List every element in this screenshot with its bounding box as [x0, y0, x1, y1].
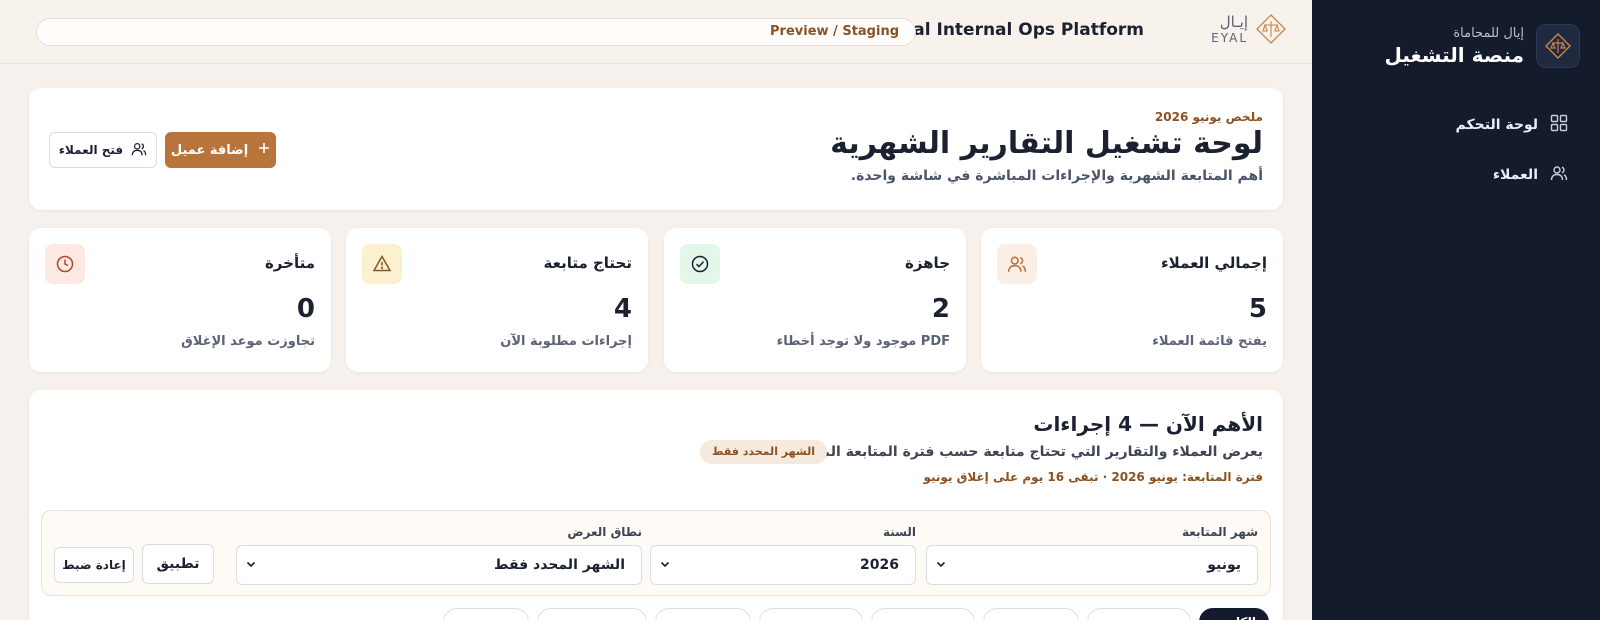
- check-circle-icon: [680, 244, 720, 284]
- chip-filter[interactable]: [537, 608, 647, 620]
- scales-icon: [1536, 24, 1580, 68]
- stat-card-ready[interactable]: جاهزة 2 PDF موجود ولا توجد أخطاء: [664, 228, 966, 372]
- stat-subtitle: PDF موجود ولا توجد أخطاء: [776, 334, 950, 349]
- stat-value: 5: [1248, 294, 1267, 324]
- stat-title: جاهزة: [904, 254, 950, 272]
- grid-icon: [1550, 114, 1568, 136]
- environment-bar: Preview / Staging: [36, 18, 916, 46]
- month-label: شهر المتابعة: [1182, 525, 1258, 539]
- section-description: يعرض العملاء والتقارير التي تحتاج متابعة…: [782, 444, 1263, 460]
- stat-value: 0: [296, 294, 315, 324]
- stat-subtitle: يفتح قائمة العملاء: [1152, 334, 1267, 349]
- priority-actions-card: الأهم الآن — 4 إجراءات يعرض العملاء والت…: [29, 390, 1283, 620]
- add-client-label: إضافة عميل: [170, 142, 249, 158]
- apply-button[interactable]: تطبيق: [142, 544, 214, 584]
- stat-title: إجمالي العملاء: [1160, 254, 1267, 272]
- chip-all[interactable]: الكل: [1199, 608, 1269, 620]
- open-clients-button[interactable]: فتح العملاء: [49, 132, 157, 168]
- plus-icon: [258, 142, 270, 158]
- sidebar: إيال للمحاماة منصة التشغيل لوحة التحكم ا…: [1312, 0, 1600, 620]
- stat-card-total-clients[interactable]: إجمالي العملاء 5 يفتح قائمة العملاء: [981, 228, 1283, 372]
- page-description: أهم المتابعة الشهرية والإجراءات المباشرة…: [850, 168, 1263, 184]
- brand-title: منصة التشغيل: [1384, 42, 1524, 67]
- chevron-down-icon: [659, 558, 671, 574]
- scales-icon: [1256, 14, 1286, 44]
- month-value: يونيو: [1207, 557, 1241, 573]
- year-label: السنة: [882, 525, 916, 539]
- top-bar: إيـال EYAL Eyal Internal Ops Platform Pr…: [0, 0, 1312, 64]
- scope-badge: الشهر المحدد فقط: [700, 440, 827, 464]
- filter-bar: شهر المتابعة يونيو السنة 2026 نطاق العرض…: [41, 510, 1271, 596]
- follow-up-period: فترة المتابعة: يونيو 2026 · تبقى 16 يوم …: [923, 470, 1264, 484]
- stat-card-overdue[interactable]: متأخرة 0 تجاوزت موعد الإغلاق: [29, 228, 331, 372]
- warning-icon: [362, 244, 402, 284]
- chevron-down-icon: [245, 558, 257, 574]
- chip-filter[interactable]: [1087, 608, 1191, 620]
- page-title: لوحة تشغيل التقارير الشهرية: [830, 126, 1263, 161]
- chevron-down-icon: [935, 558, 947, 574]
- chip-filter[interactable]: [655, 608, 751, 620]
- scope-select[interactable]: الشهر المحدد فقط: [236, 545, 642, 585]
- environment-label: Preview / Staging: [770, 24, 899, 39]
- reset-button[interactable]: إعادة ضبط: [54, 547, 134, 583]
- chip-filter[interactable]: [871, 608, 975, 620]
- stat-value: 2: [931, 294, 950, 324]
- chip-filter[interactable]: [983, 608, 1079, 620]
- stat-subtitle: إجراءات مطلوبة الآن: [500, 334, 632, 349]
- month-select[interactable]: يونيو: [926, 545, 1258, 585]
- chip-filter[interactable]: [443, 608, 529, 620]
- year-value: 2026: [860, 557, 899, 573]
- logo-arabic-text: إيـال: [1219, 13, 1248, 31]
- status-filter-chips: الكل: [29, 608, 1283, 620]
- sidebar-item-label: لوحة التحكم: [1455, 117, 1538, 133]
- stat-subtitle: تجاوزت موعد الإغلاق: [181, 334, 315, 349]
- add-client-button[interactable]: إضافة عميل: [165, 132, 276, 168]
- sidebar-item-clients[interactable]: العملاء: [1328, 162, 1568, 188]
- section-title: الأهم الآن — 4 إجراءات: [1033, 412, 1263, 436]
- users-icon: [997, 244, 1037, 284]
- company-logo: إيـال EYAL: [1162, 12, 1288, 46]
- scope-label: نطاق العرض: [567, 525, 642, 539]
- open-clients-label: فتح العملاء: [58, 143, 124, 157]
- summary-header-card: ملخص يونيو 2026 لوحة تشغيل التقارير الشه…: [29, 88, 1283, 210]
- logo-english-text: EYAL: [1211, 31, 1248, 45]
- sidebar-item-label: العملاء: [1492, 167, 1538, 183]
- sidebar-item-dashboard[interactable]: لوحة التحكم: [1328, 112, 1568, 138]
- stat-title: تحتاج متابعة: [543, 254, 632, 272]
- sidebar-nav: لوحة التحكم العملاء: [1328, 112, 1568, 212]
- platform-name: Eyal Internal Ops Platform: [890, 20, 1144, 40]
- stat-value: 4: [613, 294, 632, 324]
- users-icon: [1550, 164, 1568, 186]
- summary-month-label: ملخص يونيو 2026: [1154, 110, 1263, 124]
- clock-icon: [45, 244, 85, 284]
- brand-subtitle: إيال للمحاماة: [1453, 25, 1524, 41]
- stat-card-needs-follow-up[interactable]: تحتاج متابعة 4 إجراءات مطلوبة الآن: [346, 228, 648, 372]
- year-select[interactable]: 2026: [650, 545, 916, 585]
- sidebar-brand: إيال للمحاماة منصة التشغيل: [1384, 24, 1580, 68]
- stat-title: متأخرة: [264, 254, 315, 272]
- users-icon: [131, 141, 147, 160]
- chip-filter[interactable]: [759, 608, 863, 620]
- scope-value: الشهر المحدد فقط: [493, 557, 625, 573]
